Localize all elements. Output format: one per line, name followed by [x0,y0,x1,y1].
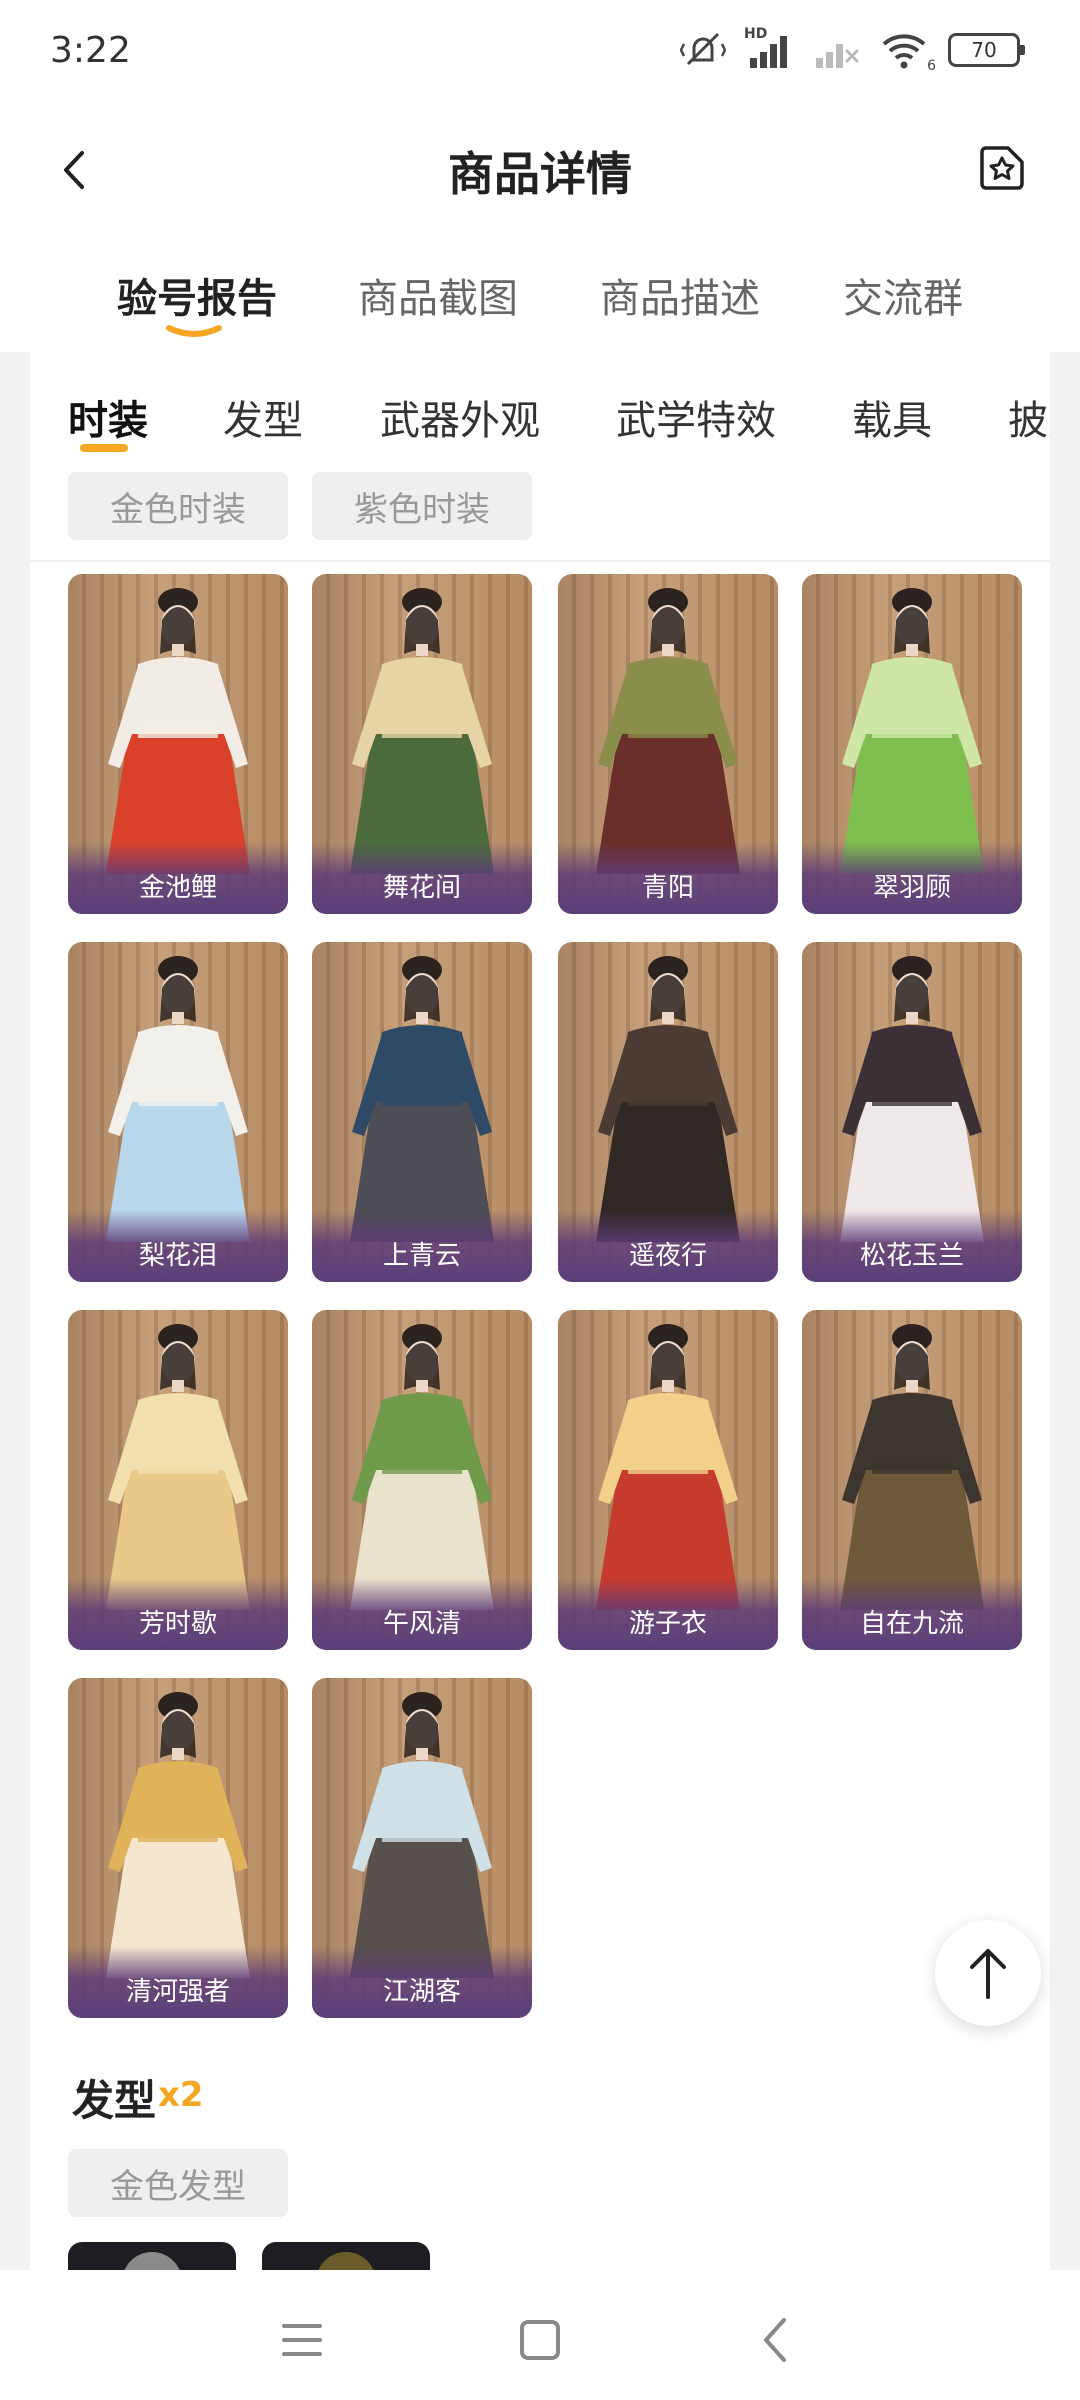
outfit-character-image [350,1324,494,1610]
tab-description[interactable]: 商品描述 [600,266,760,324]
subtab-weapon-skins[interactable]: 武器外观 [380,388,540,446]
outfit-character-image [106,1324,250,1610]
outfit-card[interactable]: 上青云 [312,942,532,1282]
subtab-outfits[interactable]: 时装 [68,388,148,446]
outfit-character-image [840,588,984,874]
wifi-icon: 6 [880,30,936,74]
hair-section-title: 发型 [72,2076,157,2125]
signal-2-icon [816,44,860,68]
outfit-name: 上青云 [382,1241,461,1271]
outfit-name: 午风清 [382,1609,461,1639]
outfit-card[interactable]: 青阳 [558,574,778,914]
outfit-character-image [106,956,250,1242]
system-nav-bar [0,2270,1080,2400]
outfit-character-image [350,956,494,1242]
outfit-card[interactable]: 江湖客 [312,1678,532,2018]
outfit-name: 松花玉兰 [859,1241,964,1271]
menu-icon[interactable] [272,2310,332,2370]
outfit-card[interactable]: 翠羽顾 [802,574,1022,914]
subtab-hairstyle[interactable]: 发型 [223,388,303,446]
main-tabs: 验号报告 商品截图 商品描述 交流群 [0,240,1080,352]
scroll-to-top-button[interactable] [935,1920,1041,2026]
battery-level: 70 [971,38,997,62]
page-title: 商品详情 [448,147,632,201]
outfit-name: 金池鲤 [138,873,217,903]
tab-screenshots[interactable]: 商品截图 [358,266,518,324]
outfit-card[interactable]: 游子衣 [558,1310,778,1650]
arrow-up-icon [970,1949,1006,1999]
outfit-name: 梨花泪 [138,1241,217,1271]
top-nav-bar: 商品详情 [0,100,1080,240]
outfit-card[interactable]: 梨花泪 [68,942,288,1282]
outfit-character-image [350,588,494,874]
outfit-card[interactable]: 清河强者 [68,1678,288,2018]
outfit-character-image [840,956,984,1242]
subtab-mounts[interactable]: 载具 [852,388,932,446]
signal-tag: HD [744,26,768,42]
filter-purple-outfits[interactable]: 紫色时装 [312,472,532,540]
outfit-name: 翠羽顾 [872,873,951,903]
outfit-card[interactable]: 自在九流 [802,1310,1022,1650]
outfit-card[interactable]: 芳时歇 [68,1310,288,1650]
report-card: 时装 发型 武器外观 武学特效 载具 披风 金色时装 紫色时装 金池鲤 舞花间 青阳… [30,352,1050,2302]
home-icon[interactable] [510,2310,570,2370]
status-bar: 3:22 HD 6 70 [0,0,1080,100]
outfit-card[interactable]: 遥夜行 [558,942,778,1282]
outfit-character-image [596,1324,740,1610]
outfit-card[interactable]: 舞花间 [312,574,532,914]
status-icons: HD 6 70 [680,26,1025,74]
tab-chat-group[interactable]: 交流群 [843,266,963,324]
favorite-star-icon[interactable] [972,138,1032,198]
system-back-icon[interactable] [746,2310,806,2370]
tab-inspection-report[interactable]: 验号报告 [117,266,277,324]
outfit-card[interactable]: 松花玉兰 [802,942,1022,1282]
outfit-character-image [596,956,740,1242]
hair-section-count: x2 [158,2075,204,2115]
outfit-name: 清河强者 [125,1977,230,2007]
subtab-martial-effects[interactable]: 武学特效 [616,388,776,446]
outfit-character-image [596,588,740,874]
outfit-name: 青阳 [641,873,694,903]
outfit-name: 芳时歇 [138,1609,217,1639]
outfit-character-image [350,1692,494,1978]
outfit-character-image [106,588,250,874]
outfit-card[interactable]: 午风清 [312,1310,532,1650]
tab-active-indicator [166,325,222,337]
outfit-name: 自在九流 [859,1609,964,1639]
outfit-character-image [106,1692,250,1978]
filter-gold-hair[interactable]: 金色发型 [68,2149,288,2217]
outfit-name: 江湖客 [382,1977,461,2007]
wifi-tag: 6 [927,58,936,74]
outfit-name: 游子衣 [628,1609,707,1639]
divider [30,560,1050,562]
status-time: 3:22 [50,30,131,71]
battery-icon: 70 [948,33,1025,67]
category-tabs: 时装 发型 武器外观 武学特效 载具 披风 [30,352,1050,462]
filter-gold-outfits[interactable]: 金色时装 [68,472,288,540]
subtab-active-indicator [80,444,128,452]
outfit-card[interactable]: 金池鲤 [68,574,288,914]
subtab-cloaks[interactable]: 披风 [1008,388,1050,446]
outfit-name: 舞花间 [382,873,461,903]
outfit-name: 遥夜行 [628,1241,707,1271]
signal-1-icon: HD [744,26,794,70]
outfit-character-image [840,1324,984,1610]
mute-vibrate-icon [680,32,726,66]
